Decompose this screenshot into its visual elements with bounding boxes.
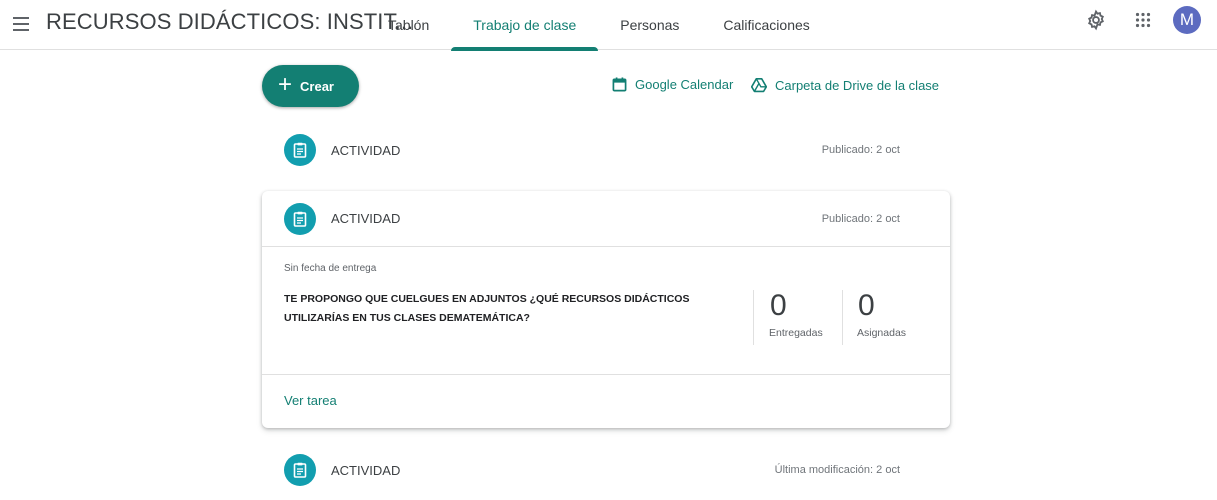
drive-folder-label: Carpeta de Drive de la clase bbox=[775, 77, 940, 93]
assignment-row[interactable]: ACTIVIDAD Publicado: 2 oct bbox=[262, 120, 950, 180]
assignment-icon bbox=[284, 202, 316, 235]
assigned-label: Asignadas bbox=[857, 327, 907, 339]
assignment-icon bbox=[284, 134, 316, 166]
google-drive-icon bbox=[751, 78, 767, 93]
account-avatar[interactable]: M bbox=[1173, 6, 1201, 34]
tab-people[interactable]: Personas bbox=[598, 0, 701, 50]
turned-in-count: 0 bbox=[770, 289, 787, 322]
google-calendar-link[interactable]: Google Calendar bbox=[612, 77, 733, 92]
top-app-bar: RECURSOS DIDÁCTICOS: INSTIT... Tablón Tr… bbox=[0, 0, 1217, 51]
apps-grid-icon[interactable] bbox=[1135, 12, 1151, 28]
hamburger-menu-icon[interactable] bbox=[9, 12, 33, 36]
assigned-stat[interactable]: 0 Asignadas bbox=[857, 289, 906, 339]
class-title[interactable]: RECURSOS DIDÁCTICOS: INSTIT... bbox=[46, 9, 413, 35]
google-calendar-label: Google Calendar bbox=[635, 77, 734, 92]
assignment-date: Última modificación: 2 oct bbox=[774, 464, 900, 476]
assignment-date: Publicado: 2 oct bbox=[821, 212, 900, 225]
assignment-title: ACTIVIDAD bbox=[331, 462, 401, 478]
turned-in-stat[interactable]: 0 Entregadas bbox=[769, 289, 823, 339]
plus-icon: + bbox=[278, 71, 293, 98]
assignment-title: ACTIVIDAD bbox=[331, 211, 401, 226]
due-date-text: Sin fecha de entrega bbox=[284, 263, 377, 274]
tab-stream[interactable]: Tablón bbox=[366, 0, 451, 50]
divider bbox=[753, 290, 754, 345]
assignment-row[interactable]: ACTIVIDAD Última modificación: 2 oct bbox=[262, 440, 950, 500]
divider bbox=[842, 290, 843, 345]
calendar-icon bbox=[612, 77, 627, 92]
view-assignment-link[interactable]: Ver tarea bbox=[284, 393, 337, 408]
gear-icon[interactable] bbox=[1085, 9, 1107, 31]
assignment-description: TE PROPONGO QUE CUELGUES EN ADJUNTOS ¿QU… bbox=[284, 293, 690, 324]
create-button[interactable]: + Crear bbox=[262, 65, 359, 107]
assignment-row[interactable]: ACTIVIDAD Publicado: 2 oct bbox=[262, 191, 950, 247]
assigned-count: 0 bbox=[858, 289, 875, 322]
class-tabs: Tablón Trabajo de clase Personas Calific… bbox=[366, 0, 832, 51]
assignment-icon bbox=[284, 454, 316, 486]
tab-classwork[interactable]: Trabajo de clase bbox=[451, 0, 599, 51]
divider bbox=[262, 374, 950, 375]
assignment-card-expanded: ACTIVIDAD Publicado: 2 oct Sin fecha de … bbox=[262, 191, 950, 428]
assignment-date: Publicado: 2 oct bbox=[821, 144, 900, 156]
turned-in-label: Entregadas bbox=[769, 327, 823, 339]
tab-grades[interactable]: Calificaciones bbox=[701, 0, 831, 50]
create-button-label: Crear bbox=[300, 78, 334, 94]
assignment-title: ACTIVIDAD bbox=[331, 142, 401, 158]
drive-folder-link[interactable]: Carpeta de Drive de la clase bbox=[751, 77, 939, 93]
